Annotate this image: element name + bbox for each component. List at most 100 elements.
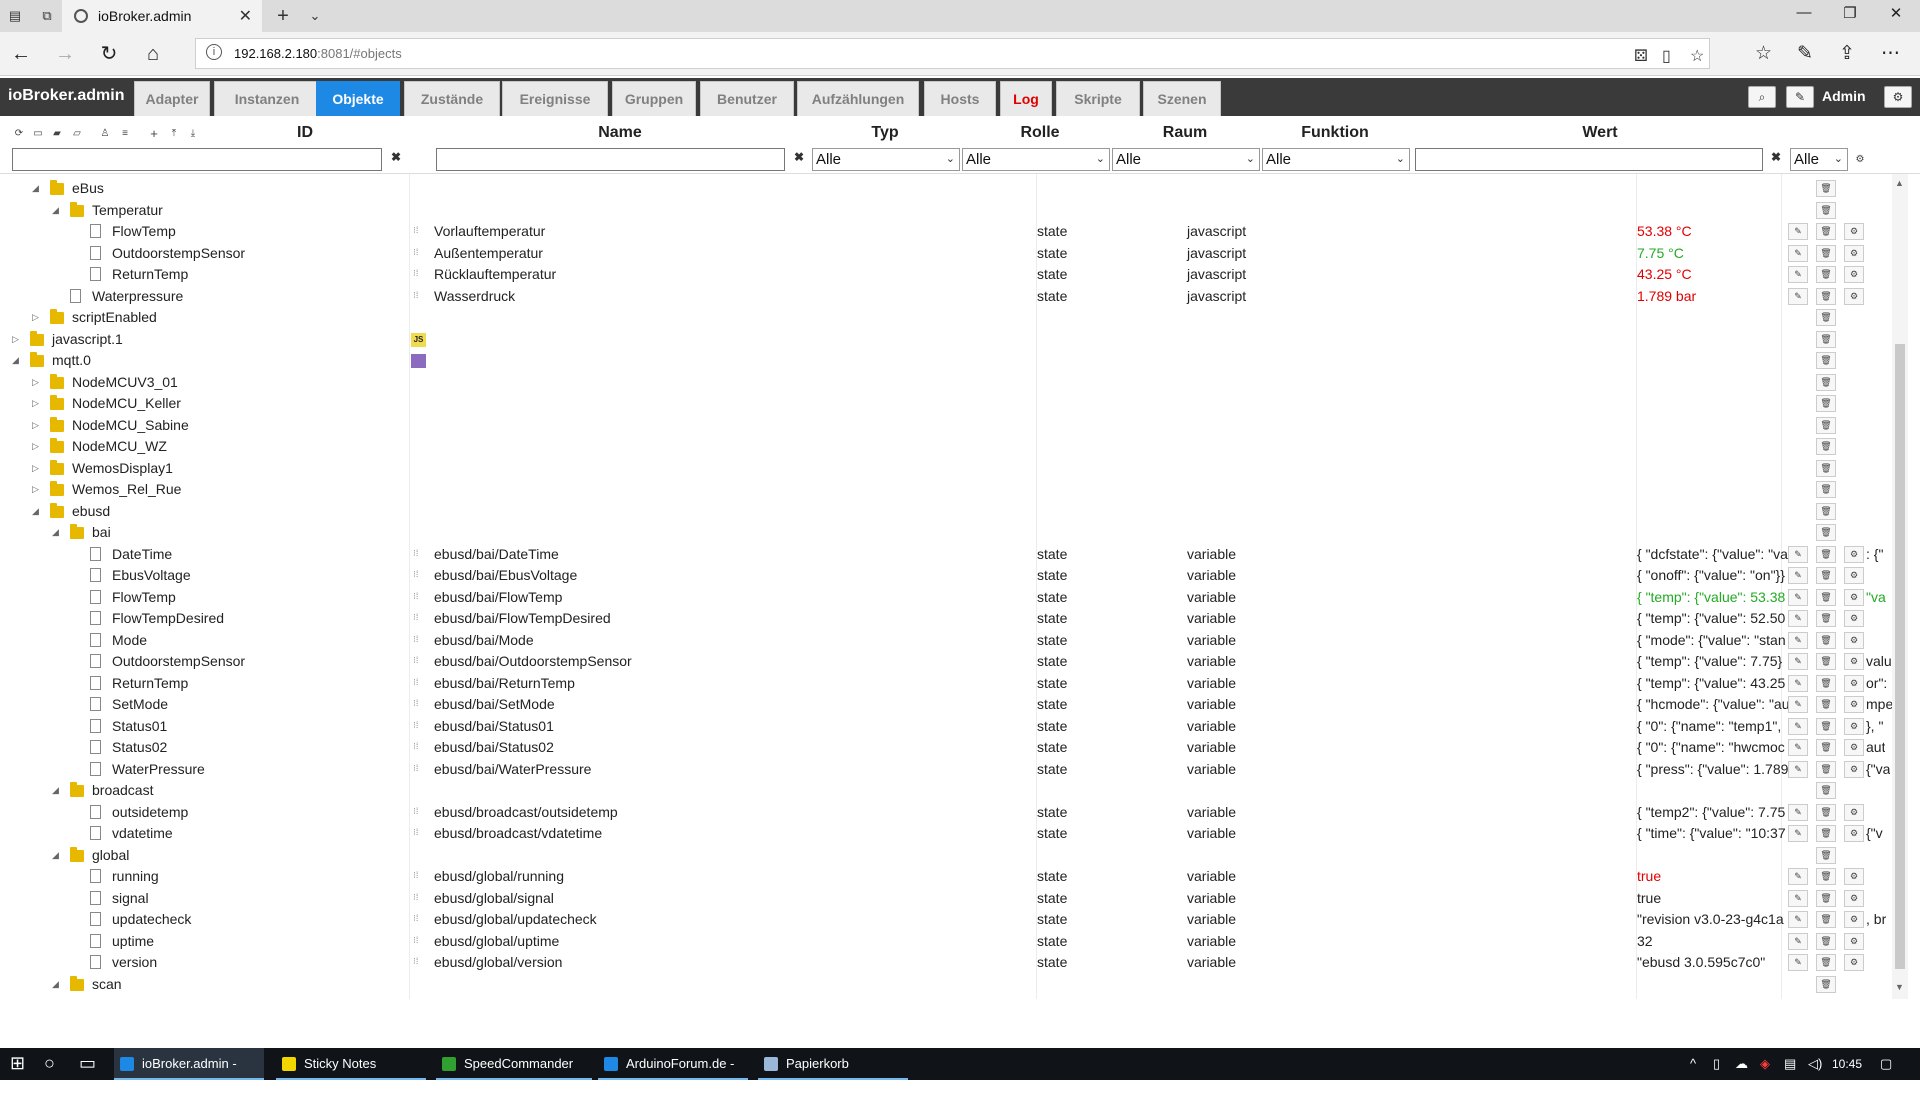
settings-icon[interactable]: ⚙ xyxy=(1844,760,1864,778)
tree-row[interactable]: OutdoorstempSensor ⁝⁞ ebusd/bai/Outdoorste… xyxy=(0,651,1892,673)
tree-row[interactable]: OutdoorstempSensor ⁝⁞ Außentemperatur state… xyxy=(0,243,1892,265)
delete-icon[interactable]: 🗑 xyxy=(1816,395,1836,412)
edit-icon[interactable]: ✎ xyxy=(1788,889,1808,907)
object-value[interactable]: { "0": {"name": "hwcmoc xyxy=(1637,739,1785,755)
settings-icon[interactable]: ⚙ xyxy=(1844,932,1864,950)
tab-log[interactable]: Log xyxy=(1000,81,1052,116)
settings-icon[interactable]: ⚙ xyxy=(1844,674,1864,692)
settings-icon[interactable]: ⚙ xyxy=(1844,244,1864,262)
edit-icon[interactable]: ✎ xyxy=(1788,911,1808,928)
delete-icon[interactable]: 🗑 xyxy=(1816,223,1836,240)
expand-down-icon[interactable]: ◢ xyxy=(52,205,59,216)
delete-icon[interactable]: 🗑 xyxy=(1816,545,1836,563)
edit-icon[interactable]: ✎ xyxy=(1788,266,1808,283)
edit-icon[interactable]: ✎ xyxy=(1788,739,1808,756)
typ-filter-select[interactable]: Alle ⌄ xyxy=(812,148,960,171)
taskbar-item[interactable]: Sticky Notes xyxy=(276,1048,426,1080)
tab-szenen[interactable]: Szenen xyxy=(1143,81,1221,116)
object-value[interactable]: { "0": {"name": "temp1", xyxy=(1637,718,1781,734)
tree-row[interactable]: running ⁝⁞ ebusd/global/running state variab… xyxy=(0,866,1892,888)
delete-icon[interactable]: 🗑 xyxy=(1816,180,1836,197)
settings-icon[interactable]: ⚙ xyxy=(1844,868,1864,885)
folder-closed-icon[interactable]: ▱ xyxy=(70,127,84,141)
tab-skripte[interactable]: Skripte xyxy=(1056,81,1140,116)
edit-icon[interactable]: ✎ xyxy=(1788,803,1808,821)
delete-icon[interactable]: 🗑 xyxy=(1816,803,1836,821)
close-window-icon[interactable]: ✕ xyxy=(1876,4,1916,22)
restore-icon[interactable]: ❐ xyxy=(1830,4,1870,22)
object-value[interactable]: 43.25 °C xyxy=(1637,266,1692,282)
taskbar-item[interactable]: Papierkorb xyxy=(758,1048,908,1080)
object-value[interactable]: 1.789 bar xyxy=(1637,288,1696,304)
search-button[interactable]: ⌕ xyxy=(1748,86,1776,108)
tree-row[interactable]: signal ⁝⁞ ebusd/global/signal state variable… xyxy=(0,888,1892,910)
delete-icon[interactable]: 🗑 xyxy=(1816,309,1836,326)
task-view-icon[interactable]: ▭ xyxy=(79,1053,96,1074)
tree-row[interactable]: ▷ NodeMCU_Keller 🗑 xyxy=(0,393,1892,415)
tree-row[interactable]: SetMode ⁝⁞ ebusd/bai/SetMode state variable {… xyxy=(0,694,1892,716)
object-value[interactable]: { "time": {"value": "10:37 xyxy=(1637,825,1786,841)
tab-ereignisse[interactable]: Ereignisse xyxy=(502,81,608,116)
expand-right-icon[interactable]: ▷ xyxy=(32,463,39,474)
edit-icon[interactable]: ✎ xyxy=(1788,653,1808,670)
delete-icon[interactable]: 🗑 xyxy=(1816,717,1836,735)
tree-row[interactable]: DateTime ⁝⁞ ebusd/bai/DateTime state variabl… xyxy=(0,544,1892,566)
col-name-header[interactable]: Name xyxy=(590,124,650,142)
object-value[interactable]: { "hcmode": {"value": "au xyxy=(1637,696,1790,712)
tree-row[interactable]: outsidetemp ⁝⁞ ebusd/broadcast/outsidetemp… xyxy=(0,802,1892,824)
edit-icon[interactable]: ✎ xyxy=(1788,717,1808,735)
edit-icon[interactable]: ✎ xyxy=(1788,545,1808,563)
expand-right-icon[interactable]: ▷ xyxy=(32,312,39,323)
tree-row[interactable]: FlowTemp ⁝⁞ Vorlauftemperatur state javascri… xyxy=(0,221,1892,243)
id-filter-input[interactable] xyxy=(12,148,382,171)
col-rolle-header[interactable]: Rolle xyxy=(1010,124,1070,142)
tab-aufzhlungen[interactable]: Aufzählungen xyxy=(797,81,919,116)
reading-view-icon[interactable]: ▯ xyxy=(1662,46,1671,66)
user-icon[interactable]: ♙ xyxy=(98,127,112,141)
object-value[interactable]: "revision v3.0-23-g4c1a xyxy=(1637,911,1784,927)
settings-icon[interactable]: ⚙ xyxy=(1844,567,1864,584)
rolle-filter-select[interactable]: Alle ⌄ xyxy=(962,148,1110,171)
settings-icon[interactable]: ⚙ xyxy=(1844,287,1864,305)
delete-icon[interactable]: 🗑 xyxy=(1816,287,1836,305)
refresh-icon[interactable]: ↻ xyxy=(96,42,122,66)
edit-icon[interactable]: ✎ xyxy=(1788,674,1808,692)
object-value[interactable]: true xyxy=(1637,890,1661,906)
delete-icon[interactable]: 🗑 xyxy=(1816,782,1836,799)
tree-row[interactable]: ▷ NodeMCU_WZ 🗑 xyxy=(0,436,1892,458)
tree-row[interactable]: ◢ scan 🗑 xyxy=(0,974,1892,996)
tree-row[interactable]: updatecheck ⁝⁞ ebusd/global/updatecheck sta… xyxy=(0,909,1892,931)
name-filter-input[interactable] xyxy=(436,148,785,171)
delete-icon[interactable]: 🗑 xyxy=(1816,975,1836,993)
object-value[interactable]: { "mode": {"value": "stan xyxy=(1637,632,1786,648)
notifications-icon[interactable]: ▢ xyxy=(1880,1056,1892,1072)
raum-filter-select[interactable]: Alle ⌄ xyxy=(1112,148,1260,171)
download-icon[interactable]: ⤓ xyxy=(186,127,200,141)
delete-icon[interactable]: 🗑 xyxy=(1816,201,1836,219)
extension-icon[interactable]: ⚄ xyxy=(1634,46,1648,66)
tab-objekte[interactable]: Objekte xyxy=(316,81,400,116)
settings-icon[interactable]: ⚙ xyxy=(1844,739,1864,756)
taskbar-item[interactable]: ArduinoForum.de - D... xyxy=(598,1048,748,1103)
edit-icon[interactable]: ✎ xyxy=(1788,588,1808,606)
scroll-up-icon[interactable]: ▲ xyxy=(1895,178,1904,188)
favorites-hub-icon[interactable]: ☆ xyxy=(1755,42,1772,65)
settings-icon[interactable]: ⚙ xyxy=(1844,631,1864,649)
back-icon[interactable]: ← xyxy=(8,42,34,66)
delete-icon[interactable]: 🗑 xyxy=(1816,438,1836,455)
settings-button[interactable]: ⚙ xyxy=(1884,86,1912,108)
tree-row[interactable]: ◢ broadcast 🗑 xyxy=(0,780,1892,802)
share-icon[interactable]: ⇪ xyxy=(1839,42,1855,65)
folder-open-icon[interactable]: ▰ xyxy=(50,127,64,141)
edit-icon[interactable]: ✎ xyxy=(1788,567,1808,584)
delete-icon[interactable]: 🗑 xyxy=(1816,459,1836,477)
tree-row[interactable]: Status02 ⁝⁞ ebusd/bai/Status02 state variabl… xyxy=(0,737,1892,759)
usb-icon[interactable]: ▯ xyxy=(1713,1056,1720,1072)
object-value[interactable]: 32 xyxy=(1637,933,1653,949)
onedrive-icon[interactable]: ☁ xyxy=(1735,1056,1748,1072)
minimize-icon[interactable]: — xyxy=(1784,4,1824,21)
new-tab-icon[interactable]: + xyxy=(274,6,292,26)
home-icon[interactable]: ⌂ xyxy=(140,42,166,66)
edit-icon[interactable]: ✎ xyxy=(1788,631,1808,649)
wert-filter-select[interactable]: Alle ⌄ xyxy=(1790,148,1848,171)
